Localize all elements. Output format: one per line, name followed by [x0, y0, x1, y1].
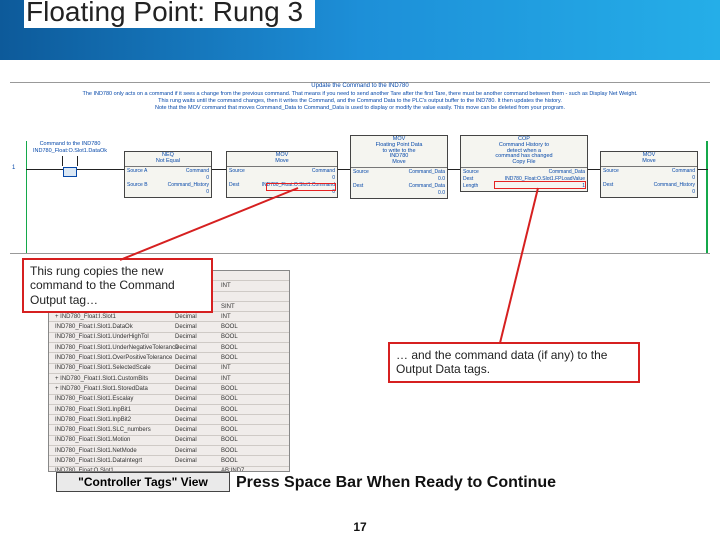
- rung-desc-line: Note that the MOV command that moves Com…: [40, 105, 680, 112]
- rung-heading: Update the Command to the IND780: [311, 83, 408, 89]
- instr-body: SourceCommand 0 DestIND780_Float:O.Slot1…: [227, 167, 337, 197]
- ladder-rung: Update the Command to the IND780 The IND…: [10, 82, 710, 254]
- tag-row: IND780_Float:I.Slot1.DataOkDecimalBOOL: [49, 322, 289, 332]
- instr-sub: Move: [601, 159, 697, 165]
- instr-body: SourceCommand_Data 0.0 DestCommand_Data …: [351, 168, 447, 198]
- rung-number: 1: [12, 165, 15, 171]
- instruction-text: Press Space Bar When Ready to Continue: [236, 474, 556, 492]
- tag-row: IND780_Float:I.Slot1.InpBit1DecimalBOOL: [49, 405, 289, 415]
- tag-row: IND780_Float:I.Slot1.MotionDecimalBOOL: [49, 436, 289, 446]
- tag-row: IND780_Float:I.Slot1.UnderNegativeTolera…: [49, 343, 289, 353]
- xic-tag: IND780_Float:O.Slot1.DataOk: [32, 148, 108, 154]
- instr-sub: Not Equal: [125, 159, 211, 165]
- cop-instruction: COP Command History to detect when a com…: [460, 135, 588, 192]
- callout-right: … and the command data (if any) to the O…: [388, 342, 640, 383]
- instr-body: Source ACommand 0 Source BCommand_Histor…: [125, 167, 211, 197]
- xic-contact: Command to the IND780 IND780_Float:O.Slo…: [32, 141, 108, 177]
- tag-row: IND780_Float:I.Slot1.UnderHighTolDecimal…: [49, 333, 289, 343]
- slide-content: Update the Command to the IND780 The IND…: [0, 60, 720, 540]
- title-bar: Floating Point: Rung 3: [0, 0, 720, 60]
- tag-row: IND780_Float:I.Slot1.SelectedScaleDecima…: [49, 364, 289, 374]
- instr-head: NEQ Not Equal: [125, 152, 211, 167]
- tag-row: + IND780_Float:I.Slot1.StoredDataDecimal…: [49, 384, 289, 394]
- rung-desc-line: The IND780 only acts on a command if it …: [40, 91, 680, 98]
- tag-row: IND780_Float:I.Slot1.EscalayDecimalBOOL: [49, 395, 289, 405]
- power-rail-left: [26, 141, 27, 253]
- page-number: 17: [353, 520, 366, 534]
- tag-row: IND780_Float:I.Slot1.InpBit2DecimalBOOL: [49, 415, 289, 425]
- tag-row: IND780_Float:I.Slot1.OverPositiveToleran…: [49, 353, 289, 363]
- rung-desc-line: This rung waits until the command change…: [40, 98, 680, 105]
- instr-body: SourceCommand_Data DestIND780_Float:O.Sl…: [461, 168, 587, 191]
- instr-head: COP Command History to detect when a com…: [461, 136, 587, 168]
- mov2-instruction: MOV Floating Point Data to write to the …: [350, 135, 448, 199]
- tag-row: IND780_Float:I.Slot1.NetModeDecimalBOOL: [49, 446, 289, 456]
- power-rail-right: [706, 141, 708, 253]
- tag-row: IND780_Float:I.Slot1.SLC_numbersDecimalB…: [49, 425, 289, 435]
- rung-desc: The IND780 only acts on a command if it …: [40, 91, 680, 112]
- callout-left: This rung copies the new command to the …: [22, 258, 213, 313]
- instr-head: MOV Move: [227, 152, 337, 167]
- instr-sub: Floating Point Data to write to the IND7…: [351, 143, 447, 166]
- instr-sub: Command History to detect when a command…: [461, 143, 587, 166]
- xic-label: Command to the IND780: [32, 141, 108, 147]
- mov3-instruction: MOV Move SourceCommand 0 DestCommand_His…: [600, 151, 698, 198]
- mov1-instruction: MOV Move SourceCommand 0 DestIND780_Floa…: [226, 151, 338, 198]
- tag-row: IND780_Float:I.Slot1.DataIntegrtDecimalB…: [49, 456, 289, 466]
- tags-view-label: "Controller Tags" View: [56, 472, 230, 492]
- instr-head: MOV Move: [601, 152, 697, 167]
- instr-body: SourceCommand 0 DestCommand_History 0: [601, 167, 697, 197]
- slide-title: Floating Point: Rung 3: [24, 0, 315, 28]
- tag-row: + IND780_Float:I.Slot1.CustomBitsDecimal…: [49, 374, 289, 384]
- instr-sub: Move: [227, 159, 337, 165]
- instr-head: MOV Floating Point Data to write to the …: [351, 136, 447, 168]
- neq-instruction: NEQ Not Equal Source ACommand 0 Source B…: [124, 151, 212, 198]
- xic-symbol: [62, 156, 78, 166]
- tag-row: + IND780_Float:I.Slot1DecimalINT: [49, 312, 289, 322]
- xic-value: [63, 167, 77, 177]
